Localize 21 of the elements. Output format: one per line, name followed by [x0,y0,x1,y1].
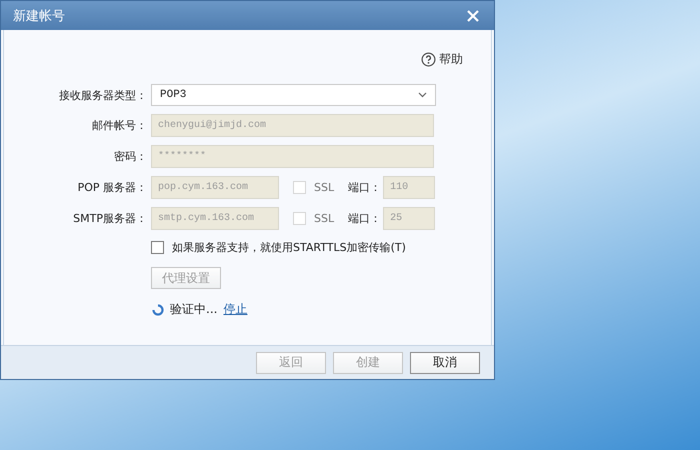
starttls-checkbox[interactable] [151,241,164,254]
stop-link[interactable]: 停止 [223,301,248,318]
spinner-icon [152,304,164,316]
close-icon[interactable] [466,8,480,22]
ssl-label: SSL [314,181,334,194]
field-label: 密码： [113,149,147,164]
status-text: 验证中... [170,301,218,318]
field-label: 接收服务器类型： [58,88,147,102]
field-label: 邮件帐号： [91,118,147,133]
field-label: POP 服务器： [76,180,147,195]
server-type-dropdown[interactable]: POP3 [151,84,436,106]
starttls-label: 如果服务器支持，就使用STARTTLS加密传输(T) [172,240,406,255]
help-link[interactable]: 帮助 [421,48,463,70]
chevron-icon [418,92,427,98]
window-title: 新建帐号 [13,8,65,24]
port-label: 端口： [348,180,382,195]
dialog-button[interactable]: 取消 [410,352,480,374]
ssl-label: SSL [314,212,334,225]
port-label: 端口： [348,211,382,226]
field-label: SMTP服务器： [72,211,147,226]
help-icon [421,52,436,66]
